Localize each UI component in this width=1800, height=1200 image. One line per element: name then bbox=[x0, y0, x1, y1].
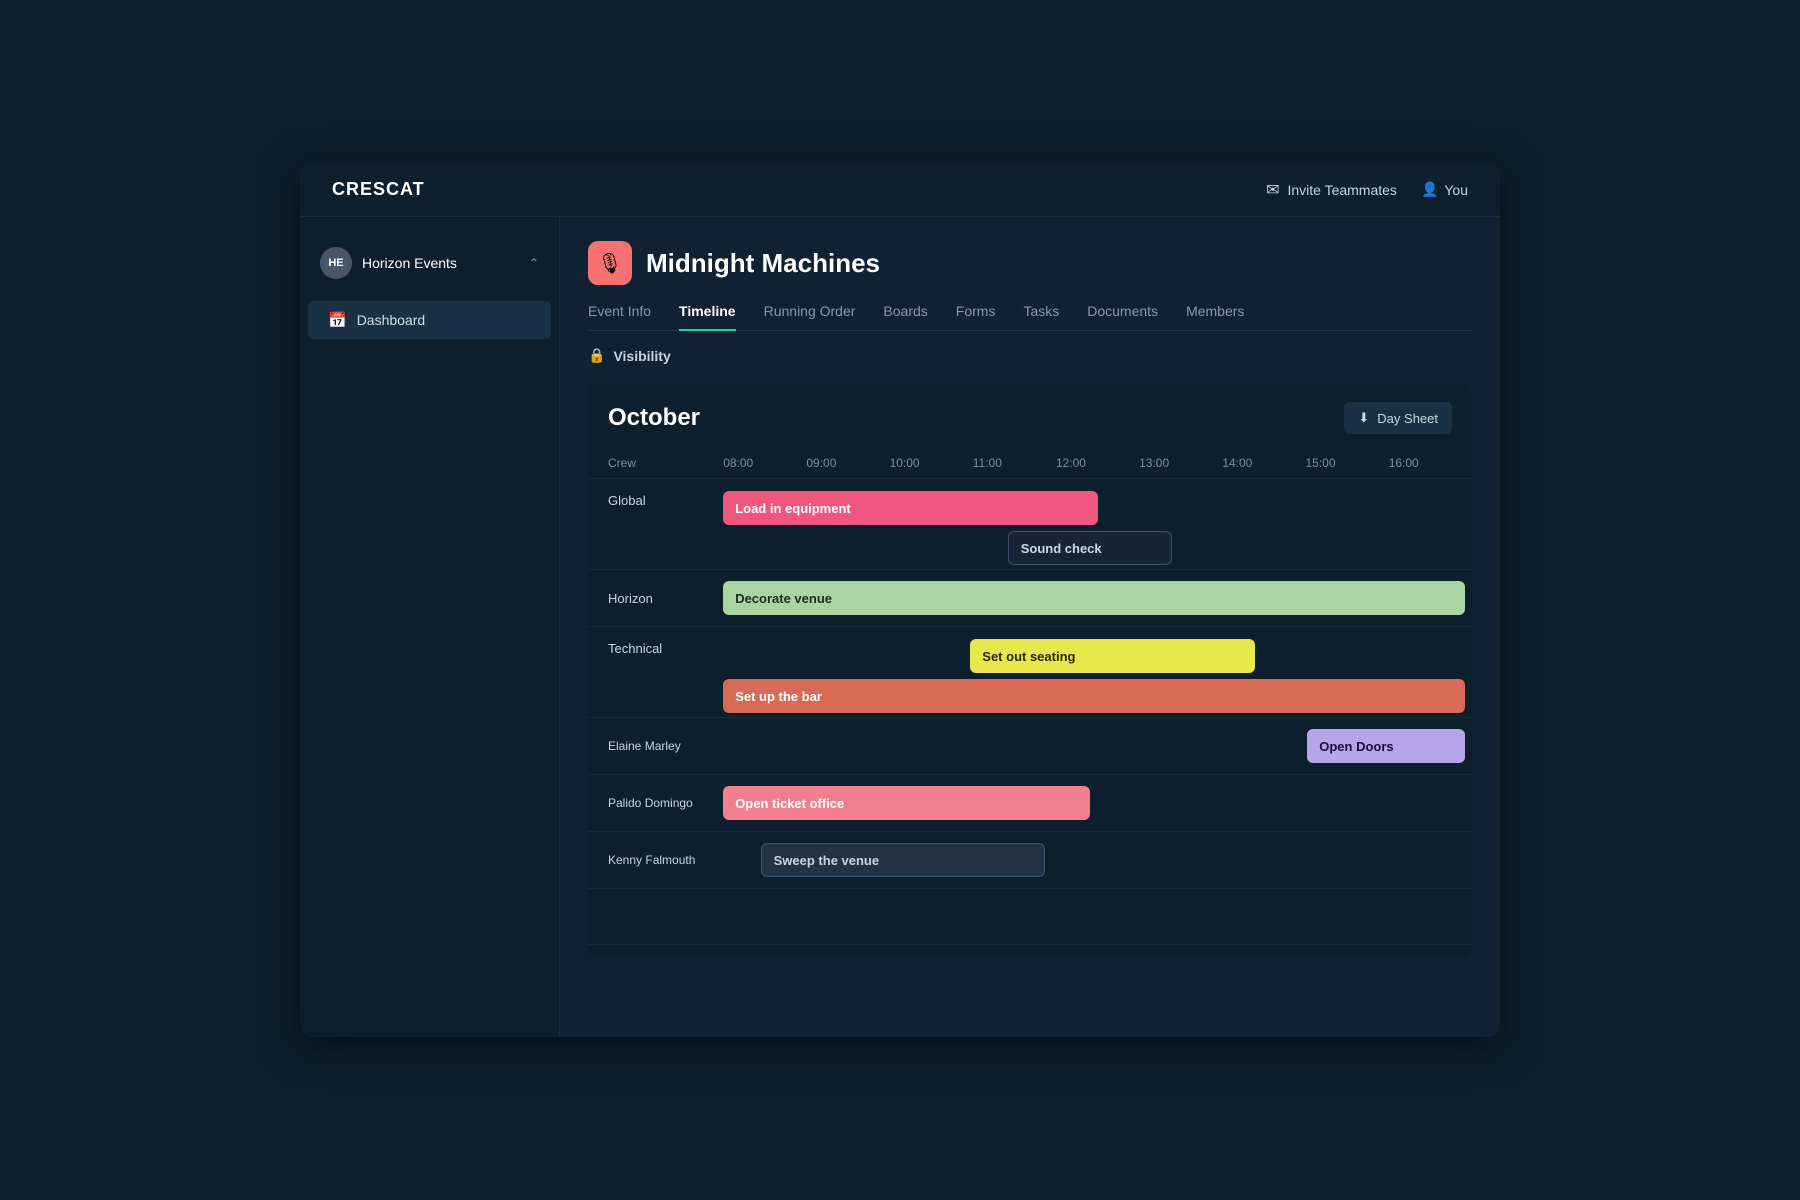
event-icon: 🎙 bbox=[588, 241, 632, 285]
time-10: 10:00 bbox=[890, 448, 973, 479]
technical-gantt-cell: Set out seating Set up the bar bbox=[723, 627, 1472, 718]
time-12: 12:00 bbox=[1056, 448, 1139, 479]
tab-boards[interactable]: Boards bbox=[883, 303, 927, 331]
download-icon: ⬇ bbox=[1358, 410, 1369, 426]
bar-set-up-bar[interactable]: Set up the bar bbox=[723, 679, 1464, 713]
table-row: Global Load in equipment bbox=[588, 479, 1472, 570]
invite-teammates-button[interactable]: ✉ Invite Teammates bbox=[1266, 180, 1397, 200]
tab-event-info[interactable]: Event Info bbox=[588, 303, 651, 331]
time-09: 09:00 bbox=[806, 448, 889, 479]
org-selector[interactable]: HE Horizon Events ⌃ bbox=[300, 237, 559, 289]
timeline-section: October ⬇ Day Sheet bbox=[588, 384, 1472, 957]
top-nav-right: ✉ Invite Teammates 👤 You bbox=[1266, 180, 1468, 200]
bar-set-out-seating[interactable]: Set out seating bbox=[970, 639, 1255, 673]
time-08: 08:00 bbox=[723, 448, 806, 479]
tab-documents[interactable]: Documents bbox=[1087, 303, 1158, 331]
row-label-kenny: Kenny Falmouth bbox=[588, 832, 723, 889]
event-title: Midnight Machines bbox=[646, 248, 880, 279]
chevron-down-icon: ⌃ bbox=[529, 256, 539, 270]
visibility-row[interactable]: 🔒 Visibility bbox=[588, 347, 1472, 364]
bar-open-doors[interactable]: Open Doors bbox=[1307, 729, 1464, 763]
app-container: CRESCAT ✉ Invite Teammates 👤 You HE Hori… bbox=[300, 163, 1500, 1037]
timeline-table: Crew 08:00 09:00 10:00 11:00 12:00 13:00… bbox=[588, 448, 1472, 945]
time-11: 11:00 bbox=[973, 448, 1056, 479]
user-icon: 👤 bbox=[1421, 181, 1438, 198]
time-header-row: Crew 08:00 09:00 10:00 11:00 12:00 13:00… bbox=[588, 448, 1472, 479]
day-sheet-button[interactable]: ⬇ Day Sheet bbox=[1344, 402, 1452, 434]
user-menu-button[interactable]: 👤 You bbox=[1421, 181, 1468, 198]
time-13: 13:00 bbox=[1139, 448, 1222, 479]
row-label-technical: Technical bbox=[588, 627, 723, 718]
brand-logo: CRESCAT bbox=[332, 179, 425, 200]
palido-gantt-cell: Open ticket office bbox=[723, 775, 1472, 832]
bar-open-ticket-office[interactable]: Open ticket office bbox=[723, 786, 1090, 820]
table-row: Technical Set out seating bbox=[588, 627, 1472, 718]
row-label-elaine: Elaine Marley bbox=[588, 718, 723, 775]
org-name: Horizon Events bbox=[362, 255, 519, 271]
timeline-month: October bbox=[608, 404, 700, 432]
timeline-table-wrapper: Crew 08:00 09:00 10:00 11:00 12:00 13:00… bbox=[588, 448, 1472, 957]
tab-tasks[interactable]: Tasks bbox=[1023, 303, 1059, 331]
crew-header: Crew bbox=[588, 448, 723, 479]
global-gantt-cell: Load in equipment Sound check bbox=[723, 479, 1472, 570]
timeline-header: October ⬇ Day Sheet bbox=[588, 384, 1472, 448]
tab-members[interactable]: Members bbox=[1186, 303, 1244, 331]
bar-sound-check[interactable]: Sound check bbox=[1008, 531, 1173, 565]
bar-load-in-equipment[interactable]: Load in equipment bbox=[723, 491, 1097, 525]
tab-timeline[interactable]: Timeline bbox=[679, 303, 736, 331]
event-header: 🎙 Midnight Machines bbox=[588, 241, 1472, 285]
time-15: 15:00 bbox=[1306, 448, 1389, 479]
top-nav: CRESCAT ✉ Invite Teammates 👤 You bbox=[300, 163, 1500, 217]
calendar-icon: 📅 bbox=[328, 311, 347, 329]
main-layout: HE Horizon Events ⌃ 📅 Dashboard 🎙 Midnig… bbox=[300, 217, 1500, 1037]
time-16: 16:00 bbox=[1389, 448, 1472, 479]
tab-running-order[interactable]: Running Order bbox=[764, 303, 856, 331]
mail-icon: ✉ bbox=[1266, 180, 1279, 200]
table-row: Elaine Marley Open Doors bbox=[588, 718, 1472, 775]
table-row-empty bbox=[588, 889, 1472, 945]
time-14: 14:00 bbox=[1222, 448, 1305, 479]
bar-sweep-venue[interactable]: Sweep the venue bbox=[761, 843, 1046, 877]
horizon-gantt-cell: Decorate venue bbox=[723, 570, 1472, 627]
kenny-gantt-cell: Sweep the venue bbox=[723, 832, 1472, 889]
sidebar-item-label: Dashboard bbox=[357, 312, 426, 328]
table-row: Palido Domingo Open ticket office bbox=[588, 775, 1472, 832]
org-avatar: HE bbox=[320, 247, 352, 279]
row-label-global: Global bbox=[588, 479, 723, 570]
elaine-gantt-cell: Open Doors bbox=[723, 718, 1472, 775]
bar-decorate-venue[interactable]: Decorate venue bbox=[723, 581, 1464, 615]
event-tabs: Event Info Timeline Running Order Boards… bbox=[588, 303, 1472, 331]
main-content: 🎙 Midnight Machines Event Info Timeline … bbox=[560, 217, 1500, 1037]
row-label-horizon: Horizon bbox=[588, 570, 723, 627]
row-label-palido: Palido Domingo bbox=[588, 775, 723, 832]
sidebar-item-dashboard[interactable]: 📅 Dashboard bbox=[308, 301, 551, 339]
lock-icon: 🔒 bbox=[588, 347, 605, 364]
sidebar: HE Horizon Events ⌃ 📅 Dashboard bbox=[300, 217, 560, 1037]
table-row: Horizon Decorate venue bbox=[588, 570, 1472, 627]
visibility-label: Visibility bbox=[613, 348, 670, 364]
tab-forms[interactable]: Forms bbox=[956, 303, 996, 331]
table-row: Kenny Falmouth Sweep the venue bbox=[588, 832, 1472, 889]
